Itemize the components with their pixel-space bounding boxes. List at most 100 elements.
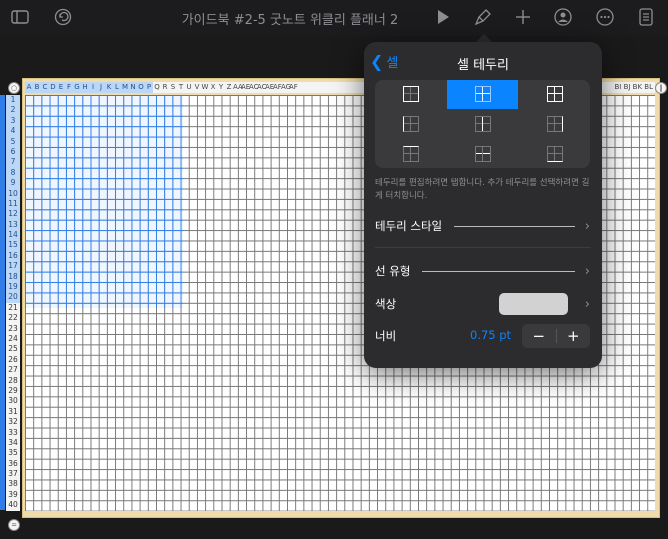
column-header-cell[interactable]: AC	[249, 82, 259, 93]
row-header-cell[interactable]: 23	[6, 324, 20, 334]
column-header-cell[interactable]: X	[209, 82, 217, 93]
row-header-cell[interactable]: 1	[6, 95, 20, 106]
column-header-cell[interactable]: AF	[289, 82, 298, 93]
border-option-vertical-center[interactable]	[447, 109, 518, 139]
document-icon[interactable]	[634, 6, 658, 28]
row-header-cell[interactable]: 4	[6, 126, 20, 137]
column-header-cell[interactable]: E	[57, 82, 65, 93]
column-header-cell[interactable]: P	[145, 82, 153, 93]
border-style-row[interactable]: 테두리 스타일 ›	[375, 215, 590, 237]
column-header-cell[interactable]: AG	[281, 82, 291, 93]
row-header-cell[interactable]: 35	[6, 448, 20, 458]
column-header-cell[interactable]: Y	[217, 82, 225, 93]
row-header-cell[interactable]: 19	[6, 282, 20, 293]
border-option-top[interactable]	[375, 139, 446, 168]
row-header-cell[interactable]: 34	[6, 438, 20, 448]
row-header-cell[interactable]: 36	[6, 459, 20, 469]
row-header-cell[interactable]: 18	[6, 271, 20, 283]
share-collab-icon[interactable]	[551, 6, 575, 28]
border-option-right[interactable]	[519, 109, 590, 139]
row-header-cell[interactable]: 28	[6, 376, 20, 386]
column-header-cell[interactable]: D	[49, 82, 57, 93]
undo-icon[interactable]	[51, 6, 75, 28]
row-header-cell[interactable]: 17	[6, 261, 20, 272]
row-header-cell[interactable]: 27	[6, 365, 20, 375]
increase-width-button[interactable]: +	[557, 327, 591, 345]
border-option-bottom[interactable]	[519, 139, 590, 168]
column-header-cell[interactable]: F	[65, 82, 73, 93]
row-header-cell[interactable]: 13	[6, 219, 20, 231]
column-header-cell[interactable]: AC	[257, 82, 267, 93]
column-header-cell[interactable]: AA	[233, 82, 243, 93]
row-header-cell[interactable]: 12	[6, 209, 20, 220]
border-option-inner[interactable]	[447, 80, 518, 109]
row-header-cell[interactable]: 33	[6, 428, 20, 438]
column-header-cell[interactable]: T	[177, 82, 185, 93]
row-header-cell[interactable]: 11	[6, 198, 20, 210]
column-header-cell[interactable]: J	[97, 82, 105, 93]
column-header-cell[interactable]: W	[201, 82, 209, 93]
column-header-cell[interactable]: L	[113, 82, 121, 93]
column-header-cell[interactable]: R	[161, 82, 169, 93]
cell-selection[interactable]	[25, 95, 183, 308]
row-header-cell[interactable]: 38	[6, 479, 20, 489]
column-header-cell[interactable]: G	[73, 82, 81, 93]
column-header-cell[interactable]: K	[105, 82, 113, 93]
border-option-all[interactable]	[519, 80, 590, 109]
column-header-cell[interactable]: BI BJ BK BL	[614, 82, 653, 93]
column-header-cell[interactable]: B	[33, 82, 41, 93]
column-header-cell[interactable]: U	[185, 82, 193, 93]
column-header-cell[interactable]: C	[41, 82, 49, 93]
table-corner-handle-icon[interactable]: ○	[8, 82, 20, 94]
border-option-outer[interactable]	[375, 80, 446, 109]
more-icon[interactable]	[593, 6, 617, 28]
brush-icon[interactable]	[471, 6, 495, 28]
column-header-cell[interactable]: Q	[153, 82, 161, 93]
row-header-cell[interactable]: 6	[6, 146, 20, 158]
color-swatch[interactable]	[499, 293, 568, 315]
row-header-cell[interactable]: 39	[6, 490, 20, 500]
column-header-cell[interactable]: O	[137, 82, 145, 93]
column-header-cell[interactable]: M	[121, 82, 129, 93]
row-header-cell[interactable]: 22	[6, 313, 20, 323]
row-header-cell[interactable]: 10	[6, 188, 20, 199]
row-header-cell[interactable]: 21	[6, 303, 20, 313]
row-header-cell[interactable]: 25	[6, 344, 20, 354]
row-header-cell[interactable]: 20	[6, 292, 20, 303]
row-header-cell[interactable]: 32	[6, 417, 20, 427]
column-header-cell[interactable]: A	[25, 82, 33, 93]
column-header-cell[interactable]: Z	[225, 82, 233, 93]
row-header-cell[interactable]: 9	[6, 178, 20, 189]
border-option-left[interactable]	[375, 109, 446, 139]
row-header-cell[interactable]: 31	[6, 407, 20, 417]
row-header-cell[interactable]: 26	[6, 355, 20, 365]
row-header-cell[interactable]: 8	[6, 167, 20, 179]
row-header-cell[interactable]: 14	[6, 230, 20, 241]
sidebar-icon[interactable]	[8, 6, 32, 28]
row-header-cell[interactable]: 29	[6, 386, 20, 396]
play-icon[interactable]	[431, 6, 455, 28]
row-header-cell[interactable]: 5	[6, 136, 20, 147]
plus-icon[interactable]	[511, 6, 535, 28]
row-header-cell[interactable]: 15	[6, 240, 20, 251]
column-header-cell[interactable]: V	[193, 82, 201, 93]
row-header-cell[interactable]: 30	[6, 396, 20, 406]
row-header-cell[interactable]: 37	[6, 469, 20, 479]
row-resize-handle-icon[interactable]: =	[8, 519, 20, 531]
decrease-width-button[interactable]: −	[522, 327, 556, 345]
column-header-cell[interactable]: H	[81, 82, 89, 93]
column-header-cell[interactable]: N	[129, 82, 137, 93]
row-header-cell[interactable]: 24	[6, 334, 20, 344]
line-type-row[interactable]: 선 유형 ›	[375, 260, 590, 282]
column-header-cell[interactable]: S	[169, 82, 177, 93]
border-option-horizontal-center[interactable]	[447, 139, 518, 168]
column-resize-handle-icon[interactable]: ‖	[655, 82, 667, 94]
row-header-cell[interactable]: 7	[6, 157, 20, 168]
row-header-cell[interactable]: 40	[6, 500, 20, 510]
row-header-cell[interactable]: 3	[6, 115, 20, 127]
row-header-cell[interactable]: 2	[6, 105, 20, 116]
column-header-cell[interactable]: AE	[265, 82, 274, 93]
row-header[interactable]: 1 2 3 4 5 6 7 8 9 10 11 12 13 14 15 16 17 18 19 20 21 22 23 24 2…	[6, 95, 20, 511]
column-header-cell[interactable]: I	[89, 82, 97, 93]
column-header-cell[interactable]: AE	[241, 82, 250, 93]
